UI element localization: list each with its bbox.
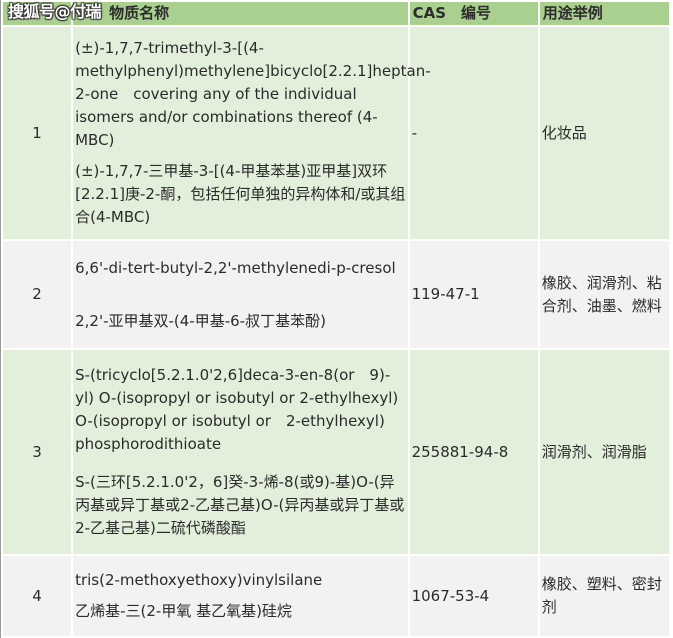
table-row: 2 6,6'-di-tert-butyl-2,2'-methylenedi-p-… xyxy=(3,241,669,348)
row-number: 1 xyxy=(3,27,72,239)
use-examples: 润滑剂、润滑脂 xyxy=(539,350,669,554)
substance-name-cell: S-(tricyclo[5.2.1.0'2,6]deca-3-en-8(or 9… xyxy=(73,350,408,554)
row-number: 2 xyxy=(3,241,72,348)
use-examples: 化妆品 xyxy=(539,27,669,239)
table-row: 4 tris(2-methoxyethoxy)vinylsilane 乙烯基-三… xyxy=(3,556,669,636)
cas-number: 119-47-1 xyxy=(409,241,538,348)
cas-number: 1067-53-4 xyxy=(409,556,538,636)
substance-name-cell: (±)-1,7,7-trimethyl-3-[(4-methylphenyl)m… xyxy=(73,27,431,239)
table-header-row: 物质名称 CAS 编号 用途举例 xyxy=(3,2,669,25)
header-use-examples: 用途举例 xyxy=(539,2,669,25)
header-cas-number: CAS 编号 xyxy=(409,2,538,25)
substance-name-cn: (±)-1,7,7-三甲基-3-[(4-甲基苯基)亚甲基]双环[2.2.1]庚-… xyxy=(75,162,406,226)
row-number: 3 xyxy=(3,350,72,554)
use-examples: 橡胶、塑料、密封剂 xyxy=(539,556,669,636)
substance-name-cell: tris(2-methoxyethoxy)vinylsilane 乙烯基-三(2… xyxy=(73,556,408,636)
cas-number: - xyxy=(409,27,538,239)
table-row: 3 S-(tricyclo[5.2.1.0'2,6]deca-3-en-8(or… xyxy=(3,350,669,554)
substance-name-cn: 2,2'-亚甲基双-(4-甲基-6-叔丁基苯酚) xyxy=(75,311,326,330)
substance-name-cn: S-(三环[5.2.1.0'2，6]癸-3-烯-8(或9)-基)O-(异丙基或异… xyxy=(75,473,405,537)
cas-number: 255881-94-8 xyxy=(409,350,538,554)
substance-name-en: S-(tricyclo[5.2.1.0'2,6]deca-3-en-8(or 9… xyxy=(75,366,399,453)
substance-name-en: tris(2-methoxyethoxy)vinylsilane xyxy=(75,571,323,589)
use-examples: 橡胶、润滑剂、粘合剂、油墨、燃料 xyxy=(539,241,669,348)
header-substance-name: 物质名称 xyxy=(73,2,408,25)
substance-name-cell: 6,6'-di-tert-butyl-2,2'-methylenedi-p-cr… xyxy=(73,241,408,348)
row-number: 4 xyxy=(3,556,72,636)
substance-name-cn: 乙烯基-三(2-甲氧 基乙氧基)硅烷 xyxy=(75,602,292,620)
watermark: 搜狐号@付瑞 xyxy=(8,2,102,21)
substance-name-en: (±)-1,7,7-trimethyl-3-[(4-methylphenyl)m… xyxy=(75,39,431,149)
substance-table: 物质名称 CAS 编号 用途举例 1 (±)-1,7,7-trimethyl-3… xyxy=(0,0,671,638)
table-row: 1 (±)-1,7,7-trimethyl-3-[(4-methylphenyl… xyxy=(3,27,669,239)
substance-name-en: 6,6'-di-tert-butyl-2,2'-methylenedi-p-cr… xyxy=(75,258,396,277)
